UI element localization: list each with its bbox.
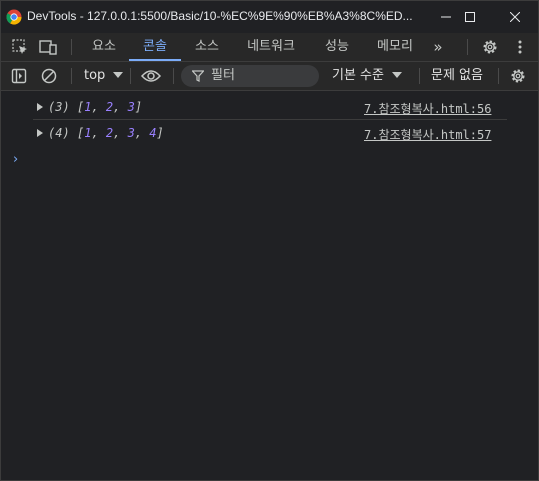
toolbar-divider — [467, 39, 468, 55]
device-toolbar-button[interactable] — [39, 38, 57, 56]
console-settings-button[interactable] — [509, 67, 527, 85]
console-message[interactable]: (4) [1, 2, 3, 4] 7.참조형복사.html:57 — [1, 120, 507, 146]
chevron-down-icon — [392, 72, 403, 78]
array-value: 1 — [84, 126, 92, 140]
more-tabs-button[interactable]: » — [427, 33, 449, 61]
log-levels-dropdown[interactable]: 기본 수준 — [332, 62, 403, 90]
devtools-window: DevTools - 127.0.0.1:5500/Basic/10-%EC%9… — [0, 0, 539, 481]
levels-label: 기본 수준 — [332, 68, 384, 83]
context-selector[interactable]: top — [84, 62, 124, 90]
eye-icon — [141, 70, 161, 82]
tab-network[interactable]: 네트워크 — [236, 33, 306, 61]
toolbar-divider — [71, 68, 72, 84]
clear-console-button[interactable] — [40, 67, 58, 85]
inspect-element-icon — [12, 39, 27, 54]
console-prompt[interactable]: › — [13, 152, 18, 167]
more-options-icon — [518, 40, 522, 54]
chevron-down-icon — [113, 72, 124, 78]
toolbar-divider — [71, 39, 72, 55]
filter-icon — [192, 70, 204, 82]
maximize-icon — [465, 12, 475, 22]
tab-performance[interactable]: 성능 — [314, 33, 360, 61]
sidebar-toggle-button[interactable] — [10, 67, 28, 85]
toolbar-divider — [130, 68, 131, 84]
clear-console-icon — [41, 68, 57, 84]
tab-elements[interactable]: 요소 — [81, 33, 127, 61]
toolbar-divider — [173, 68, 174, 84]
array-preview: [1, 2, 3] — [77, 100, 143, 114]
active-tab-indicator — [129, 59, 181, 61]
maximize-button[interactable] — [447, 1, 493, 33]
source-link[interactable]: 7.참조형복사.html:57 — [364, 126, 504, 143]
source-link[interactable]: 7.참조형복사.html:56 — [364, 100, 504, 117]
live-expression-button[interactable] — [140, 67, 162, 85]
console-output: (3) [1, 2, 3] 7.참조형복사.html:56 (4) [1, 2,… — [1, 91, 538, 480]
context-label: top — [84, 68, 106, 83]
close-button[interactable] — [492, 1, 538, 33]
device-toolbar-icon — [39, 40, 57, 55]
array-value: 2 — [105, 126, 114, 140]
window-title: DevTools - 127.0.0.1:5500/Basic/10-%EC%9… — [27, 9, 413, 23]
filter-placeholder: 필터 — [211, 68, 235, 83]
settings-icon — [483, 40, 497, 54]
array-value: 3 — [127, 126, 135, 140]
chrome-icon — [6, 9, 22, 25]
expand-triangle-icon[interactable] — [37, 103, 43, 111]
console-message[interactable]: (3) [1, 2, 3] 7.참조형복사.html:56 — [1, 94, 507, 120]
array-length: (3) — [48, 100, 70, 114]
toolbar-divider — [419, 68, 420, 84]
settings-button[interactable] — [481, 38, 499, 56]
expand-triangle-icon[interactable] — [37, 129, 43, 137]
console-toolbar: top 필터 기본 수준 문제 없음 — [1, 62, 538, 91]
title-bar: DevTools - 127.0.0.1:5500/Basic/10-%EC%9… — [1, 1, 538, 33]
more-options-button[interactable] — [511, 38, 529, 56]
sidebar-toggle-icon — [11, 68, 27, 84]
issues-counter[interactable]: 문제 없음 — [431, 62, 483, 90]
inspect-element-button[interactable] — [11, 38, 29, 56]
array-value: 3 — [127, 100, 135, 114]
close-icon — [510, 12, 520, 22]
array-length: (4) — [48, 126, 70, 140]
tab-memory[interactable]: 메모리 — [366, 33, 424, 61]
panel-tab-bar: 요소 콘솔 소스 네트워크 성능 메모리 » — [1, 33, 538, 62]
tab-console[interactable]: 콘솔 — [129, 33, 181, 61]
tab-sources[interactable]: 소스 — [184, 33, 230, 61]
array-value: 2 — [105, 100, 114, 114]
filter-input[interactable]: 필터 — [181, 65, 319, 87]
array-preview: [1, 2, 3, 4] — [77, 126, 164, 140]
array-value: 4 — [149, 126, 157, 140]
settings-icon — [511, 69, 525, 83]
toolbar-divider — [498, 68, 499, 84]
array-value: 1 — [84, 100, 92, 114]
